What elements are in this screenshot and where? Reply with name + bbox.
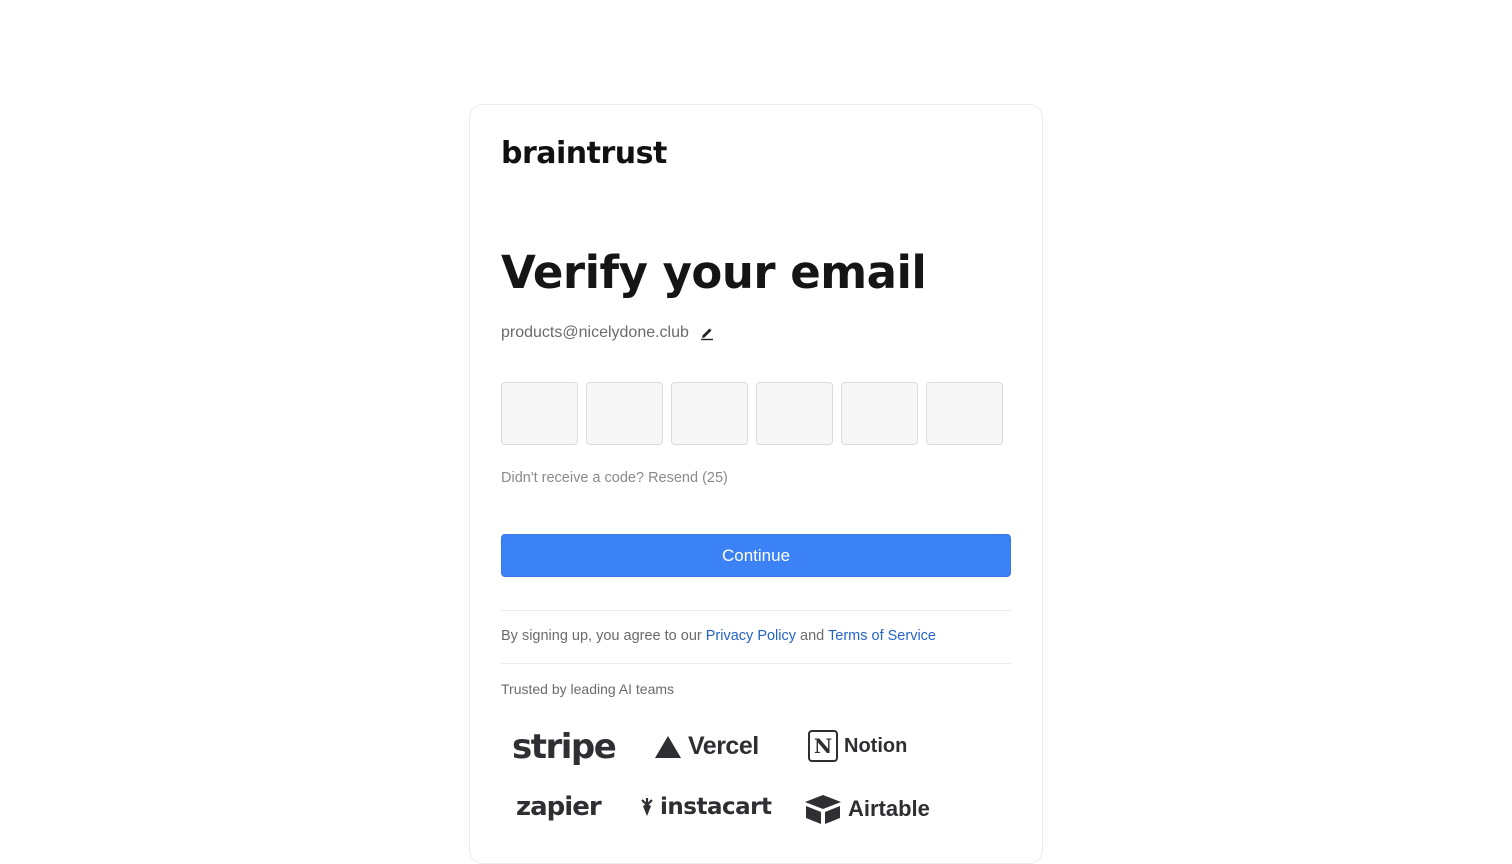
airtable-box-icon [805,795,841,824]
divider [501,610,1011,611]
code-digit-4[interactable] [756,382,833,445]
verification-code-inputs [501,382,1003,445]
privacy-policy-link[interactable]: Privacy Policy [706,628,796,644]
zapier-logo: zapier [516,792,602,822]
notion-icon: N [808,730,838,762]
airtable-logo: Airtable [804,794,930,824]
divider [501,663,1011,664]
stripe-logo: stripe [512,727,617,767]
code-digit-1[interactable] [501,382,578,445]
email-row: products@nicelydone.club [501,324,715,342]
trusted-label: Trusted by leading AI teams [501,681,675,697]
braintrust-logo: braintrust [501,136,667,171]
legal-notice: By signing up, you agree to our Privacy … [501,628,936,644]
email-address: products@nicelydone.club [501,324,689,341]
resend-prompt: Didn't receive a code? [501,470,645,486]
vercel-triangle-icon [655,735,681,758]
code-digit-6[interactable] [926,382,1003,445]
notion-logo: N Notion [808,730,907,762]
vercel-logo: Vercel [654,732,759,761]
code-digit-2[interactable] [586,382,663,445]
instacart-carrot-icon [641,798,653,816]
continue-button[interactable]: Continue [501,534,1011,577]
page-title: Verify your email [501,246,927,299]
terms-of-service-link[interactable]: Terms of Service [828,628,936,644]
instacart-logo: instacart [640,794,772,820]
legal-and: and [800,628,825,644]
legal-prefix: By signing up, you agree to our [501,628,702,644]
resend-link[interactable]: Resend (25) [648,470,728,486]
code-digit-5[interactable] [841,382,918,445]
edit-email-icon[interactable] [699,325,715,341]
resend-row: Didn't receive a code? Resend (25) [501,470,728,486]
code-digit-3[interactable] [671,382,748,445]
